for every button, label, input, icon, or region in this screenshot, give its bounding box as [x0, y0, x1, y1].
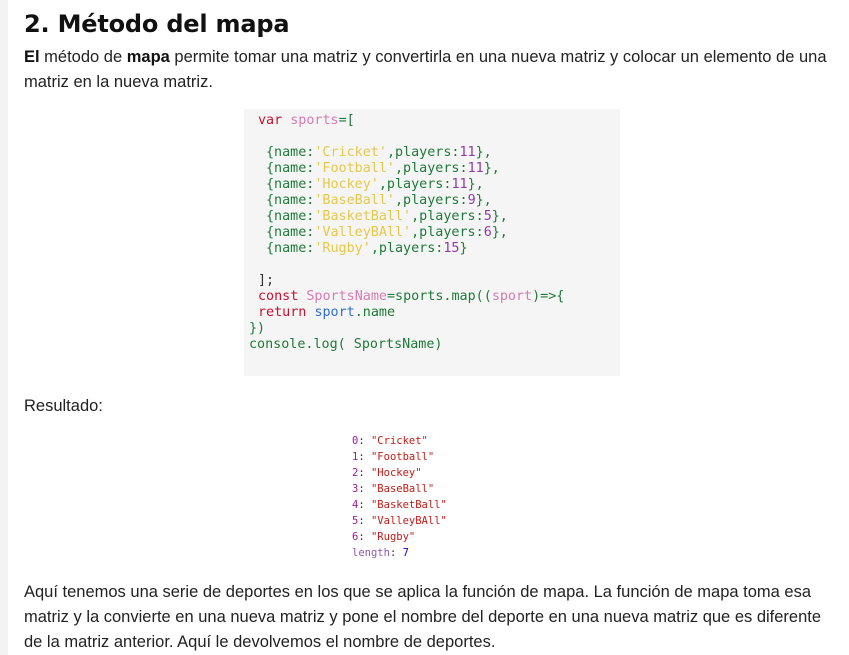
- console-length-label: length: [352, 547, 390, 559]
- result-label: Resultado:: [24, 397, 103, 415]
- code-token: sport: [491, 289, 533, 304]
- code-token: ,players:: [395, 161, 468, 176]
- console-row: 0: "Cricket": [352, 435, 428, 447]
- code-token: },: [483, 161, 500, 176]
- code-token: {name:: [266, 161, 315, 176]
- code-token: return: [258, 305, 315, 320]
- intro-bold-mapa: mapa: [126, 48, 170, 66]
- code-token: 'BasketBall': [314, 209, 412, 224]
- code-token: .name: [354, 305, 396, 320]
- code-token: )=>{: [532, 289, 565, 304]
- code-token: sport: [314, 305, 355, 320]
- console-row: 1: "Football": [352, 451, 435, 463]
- code-token: const: [258, 289, 307, 304]
- code-line: {name:'ValleyBAll',players:6},: [266, 225, 508, 241]
- section-heading: 2. Método del mapa: [24, 10, 290, 38]
- intro-paragraph: El método de mapa permite tomar una matr…: [24, 45, 842, 95]
- code-token: 11: [451, 177, 468, 192]
- console-output: 0: "Cricket" 1: "Football" 2: "Hockey" 3: "…: [352, 433, 447, 561]
- console-length-row: length: 7: [352, 547, 409, 559]
- code-token: ,players:: [386, 145, 460, 160]
- code-token: }): [249, 321, 266, 336]
- code-line: {name:'Football',players:11},: [266, 161, 500, 177]
- code-token: 'Hockey': [314, 177, 379, 192]
- code-token: ,players:: [395, 193, 468, 208]
- code-line: const SportsName=sports.map((sport)=>{: [258, 289, 564, 305]
- code-token: 11: [467, 161, 484, 176]
- intro-text-1: método de: [39, 48, 127, 66]
- code-token: SportsName: [306, 289, 387, 304]
- console-row: 3: "BaseBall": [352, 483, 435, 495]
- outro-paragraph: Aquí tenemos una serie de deportes en lo…: [24, 583, 822, 651]
- console-row: 2: "Hockey": [352, 467, 422, 479]
- code-token: console.log( SportsName): [249, 337, 443, 352]
- code-token: 'ValleyBAll': [314, 225, 412, 240]
- console-value: "Football": [370, 451, 435, 463]
- console-value: "BasketBall": [370, 499, 447, 511]
- code-token: 'Rugby': [314, 241, 371, 256]
- code-line: }): [249, 321, 265, 337]
- code-token: ,players:: [370, 241, 444, 256]
- code-token: ,players:: [378, 177, 452, 192]
- code-token: =sports.map((: [387, 289, 492, 304]
- code-token: {name:: [266, 225, 315, 240]
- console-row: 4: "BasketBall": [352, 499, 447, 511]
- code-token: }: [459, 241, 468, 256]
- code-token: {name:: [266, 241, 315, 256]
- console-value: "Cricket": [370, 435, 428, 447]
- code-token: 11: [459, 145, 476, 160]
- code-token: var: [258, 113, 291, 128]
- code-token: ,players:: [411, 225, 484, 240]
- code-token: {name:: [266, 145, 315, 160]
- code-line: var sports=[: [258, 113, 355, 129]
- console-value: "BaseBall": [370, 483, 435, 495]
- code-token: 9: [467, 193, 476, 208]
- console-value: "Hockey": [370, 467, 422, 479]
- console-value: "ValleyBAll": [370, 515, 447, 527]
- code-line: {name:'BasketBall',players:5},: [266, 209, 508, 225]
- code-token: 'Football': [314, 161, 395, 176]
- code-token: =[: [338, 113, 355, 128]
- code-token: 15: [443, 241, 460, 256]
- code-line: return sport.name: [258, 305, 395, 321]
- code-token: {name:: [266, 209, 315, 224]
- code-token: },: [491, 209, 508, 224]
- code-token: {name:: [266, 177, 315, 192]
- code-token: {name:: [266, 193, 315, 208]
- code-token: },: [467, 177, 484, 192]
- intro-bold-el: El: [24, 48, 40, 66]
- code-line: {name:'BaseBall',players:9},: [266, 193, 492, 209]
- left-margin-bar: [0, 0, 8, 655]
- code-line: {name:'Rugby',players:15}: [266, 241, 468, 257]
- code-token: 'Cricket': [314, 145, 387, 160]
- console-length-value: 7: [402, 547, 409, 559]
- code-line: ];: [258, 273, 274, 289]
- code-block: var sports=[{name:'Cricket',players:11},…: [244, 109, 620, 376]
- code-line: {name:'Hockey',players:11},: [266, 177, 484, 193]
- code-token: 6: [483, 225, 492, 240]
- code-token: sports: [290, 113, 339, 128]
- code-token: ,players:: [411, 209, 484, 224]
- code-token: },: [475, 193, 492, 208]
- code-token: ];: [258, 273, 275, 288]
- code-line: {name:'Cricket',players:11},: [266, 145, 492, 161]
- console-value: "Rugby": [370, 531, 416, 543]
- console-row: 6: "Rugby": [352, 531, 416, 543]
- code-line: console.log( SportsName): [249, 337, 442, 353]
- code-token: 'BaseBall': [314, 193, 395, 208]
- code-token: },: [475, 145, 492, 160]
- console-row: 5: "ValleyBAll": [352, 515, 447, 527]
- code-token: },: [491, 225, 508, 240]
- code-token: 5: [483, 209, 492, 224]
